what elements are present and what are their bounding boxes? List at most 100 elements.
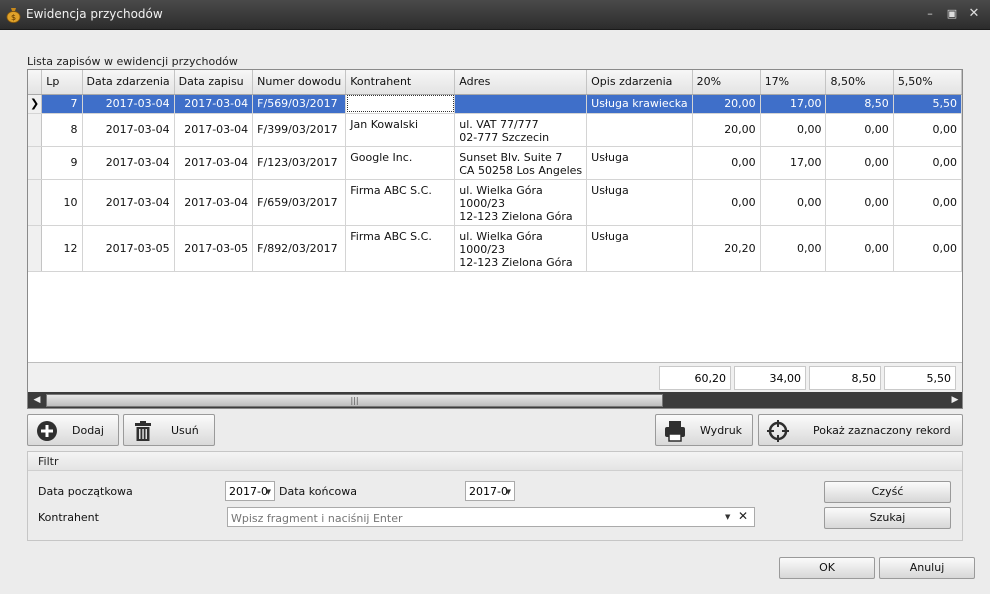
cell-data-zdarzenia[interactable]: 2017-03-05 [82, 225, 175, 272]
clear-contractor-icon[interactable]: ✕ [738, 509, 748, 523]
grid-section-label: Lista zapisów w ewidencji przychodów [27, 55, 238, 68]
records-grid[interactable]: Lp▲ Data zdarzenia Data zapisu Numer dow… [27, 69, 963, 409]
cell-lp[interactable]: 8 [41, 113, 83, 147]
cell-numer-dowodu[interactable]: F/659/03/2017 [252, 179, 347, 226]
cell-17[interactable]: 0,00 [760, 179, 827, 226]
cell-data-zapisu[interactable]: 2017-03-05 [174, 225, 254, 272]
column-header-8-50[interactable]: 8,50% [825, 70, 894, 95]
cell-5-50[interactable]: 0,00 [893, 146, 962, 180]
cell-opis[interactable]: Usługa [586, 179, 693, 226]
cell-lp[interactable]: 12 [41, 225, 83, 272]
cell-kontrahent[interactable] [345, 94, 456, 114]
cell-20[interactable]: 0,00 [692, 146, 761, 180]
cell-numer-dowodu[interactable]: F/123/03/2017 [252, 146, 347, 180]
table-row[interactable]: ❯ 7 2017-03-04 2017-03-04 F/569/03/2017 … [28, 94, 962, 114]
scrollbar-thumb[interactable]: ||| [46, 394, 663, 407]
contractor-dropdown-icon[interactable]: ▼ [725, 513, 730, 521]
cell-kontrahent[interactable]: Firma ABC S.C. [345, 225, 456, 272]
dropdown-arrow-icon[interactable]: ▼ [506, 488, 511, 496]
cell-5-50[interactable]: 0,00 [893, 113, 962, 147]
cell-20[interactable]: 20,00 [692, 113, 761, 147]
cell-lp[interactable]: 7 [41, 94, 83, 114]
cell-8-50[interactable]: 0,00 [825, 113, 894, 147]
cell-8-50[interactable]: 0,00 [825, 146, 894, 180]
cell-8-50[interactable]: 0,00 [825, 179, 894, 226]
cell-numer-dowodu[interactable]: F/399/03/2017 [252, 113, 347, 147]
horizontal-scrollbar[interactable]: ◀ ||| ▶ [28, 392, 962, 408]
cell-20[interactable]: 20,00 [692, 94, 761, 114]
cell-data-zdarzenia[interactable]: 2017-03-04 [82, 146, 175, 180]
cell-20[interactable]: 20,20 [692, 225, 761, 272]
cell-adres[interactable]: ul. Wielka Góra 1000/23 12-123 Zielona Gór… [454, 179, 588, 226]
column-header-data-zdarzenia[interactable]: Data zdarzenia [82, 70, 175, 95]
column-header-kontrahent[interactable]: Kontrahent [345, 70, 456, 95]
cell-5-50[interactable]: 5,50 [893, 94, 962, 114]
dropdown-arrow-icon[interactable]: ▼ [266, 488, 271, 496]
cell-kontrahent[interactable]: Google Inc. [345, 146, 456, 180]
scroll-left-icon[interactable]: ◀ [30, 394, 44, 407]
column-header-numer-dowodu[interactable]: Numer dowodu [252, 70, 347, 95]
title-bar: $ Ewidencja przychodów – ▣ ✕ [0, 0, 990, 30]
cell-adres[interactable]: Sunset Blv. Suite 7 CA 50258 Los Angeles [454, 146, 588, 180]
cell-opis[interactable]: Usługa krawiecka [586, 94, 693, 114]
ok-button[interactable]: OK [779, 557, 875, 579]
cell-data-zapisu[interactable]: 2017-03-04 [174, 113, 254, 147]
column-header-adres[interactable]: Adres [454, 70, 588, 95]
cell-lp[interactable]: 9 [41, 146, 83, 180]
cell-adres[interactable]: ul. Wielka Góra 1000/23 12-123 Zielona Gór… [454, 225, 588, 272]
cell-data-zapisu[interactable]: 2017-03-04 [174, 94, 254, 114]
cell-5-50[interactable]: 0,00 [893, 225, 962, 272]
print-button[interactable]: Wydruk [655, 414, 753, 446]
column-header-20[interactable]: 20% [692, 70, 761, 95]
cell-8-50[interactable]: 8,50 [825, 94, 894, 114]
maximize-icon[interactable]: ▣ [944, 6, 960, 22]
table-row[interactable]: 12 2017-03-05 2017-03-05 F/892/03/2017 F… [28, 225, 962, 272]
column-header-lp[interactable]: Lp▲ [41, 70, 83, 95]
svg-text:$: $ [11, 13, 16, 22]
cell-numer-dowodu[interactable]: F/892/03/2017 [252, 225, 347, 272]
cell-data-zdarzenia[interactable]: 2017-03-04 [82, 94, 175, 114]
end-date-picker[interactable]: 2017-0 ▼ [465, 481, 515, 501]
cell-opis[interactable] [586, 113, 693, 147]
cell-data-zapisu[interactable]: 2017-03-04 [174, 179, 254, 226]
cell-20[interactable]: 0,00 [692, 179, 761, 226]
minimize-icon[interactable]: – [922, 6, 938, 22]
header-row: Lp▲ Data zdarzenia Data zapisu Numer dow… [28, 70, 962, 95]
table-row[interactable]: 8 2017-03-04 2017-03-04 F/399/03/2017 Ja… [28, 113, 962, 147]
cell-data-zapisu[interactable]: 2017-03-04 [174, 146, 254, 180]
cancel-button[interactable]: Anuluj [879, 557, 975, 579]
cell-17[interactable]: 0,00 [760, 225, 827, 272]
cell-kontrahent[interactable]: Jan Kowalski [345, 113, 456, 147]
cell-numer-dowodu[interactable]: F/569/03/2017 [252, 94, 347, 114]
cell-17[interactable]: 17,00 [760, 94, 827, 114]
cell-data-zdarzenia[interactable]: 2017-03-04 [82, 113, 175, 147]
close-icon[interactable]: ✕ [966, 6, 982, 22]
cell-17[interactable]: 17,00 [760, 146, 827, 180]
start-date-picker[interactable]: 2017-0 ▼ [225, 481, 275, 501]
totals-row: 60,20 34,00 8,50 5,50 [28, 362, 962, 392]
table-row[interactable]: 9 2017-03-04 2017-03-04 F/123/03/2017 Go… [28, 146, 962, 180]
cell-opis[interactable]: Usługa [586, 146, 693, 180]
clear-button[interactable]: Czyść [824, 481, 951, 503]
total-17: 34,00 [734, 366, 806, 390]
cell-data-zdarzenia[interactable]: 2017-03-04 [82, 179, 175, 226]
column-header-5-50[interactable]: 5,50% [893, 70, 962, 95]
column-header-opis-zdarzenia[interactable]: Opis zdarzenia [586, 70, 693, 95]
search-button[interactable]: Szukaj [824, 507, 951, 529]
contractor-search-input[interactable] [227, 507, 755, 527]
show-selected-record-button[interactable]: Pokaż zaznaczony rekord [758, 414, 963, 446]
cell-5-50[interactable]: 0,00 [893, 179, 962, 226]
delete-button[interactable]: Usuń [123, 414, 215, 446]
scroll-right-icon[interactable]: ▶ [948, 394, 962, 407]
cell-opis[interactable]: Usługa [586, 225, 693, 272]
cell-8-50[interactable]: 0,00 [825, 225, 894, 272]
cell-lp[interactable]: 10 [41, 179, 83, 226]
cell-adres[interactable]: ul. VAT 77/777 02-777 Szczecin [454, 113, 588, 147]
cell-kontrahent[interactable]: Firma ABC S.C. [345, 179, 456, 226]
add-button[interactable]: Dodaj [27, 414, 119, 446]
column-header-17[interactable]: 17% [760, 70, 827, 95]
cell-17[interactable]: 0,00 [760, 113, 827, 147]
table-row[interactable]: 10 2017-03-04 2017-03-04 F/659/03/2017 F… [28, 179, 962, 226]
column-header-data-zapisu[interactable]: Data zapisu [174, 70, 254, 95]
cell-adres[interactable] [454, 94, 588, 114]
